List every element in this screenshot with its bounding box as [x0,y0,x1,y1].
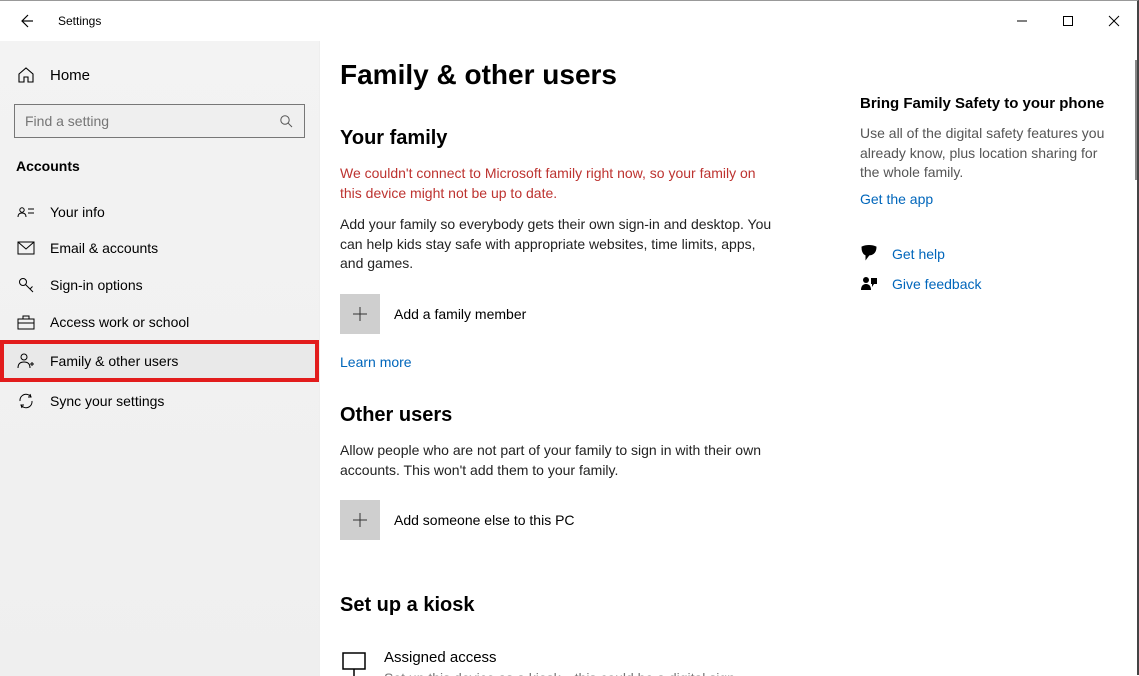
sidebar-item-signin-options[interactable]: Sign-in options [0,266,319,304]
sidebar-item-label: Email & accounts [50,240,158,256]
sidebar-item-label: Sync your settings [50,393,164,409]
close-button[interactable] [1091,1,1137,41]
scrollbar[interactable] [1135,60,1137,180]
main-content: Family & other users Your family We coul… [340,59,860,676]
nav-home[interactable]: Home [0,56,319,94]
back-icon[interactable] [18,13,34,29]
person-card-icon [16,205,36,219]
kiosk-heading: Set up a kiosk [340,594,830,617]
sidebar-item-family-other-users[interactable]: Family & other users [0,340,319,382]
get-help-link[interactable]: Get help [860,245,1120,263]
briefcase-icon [16,314,36,330]
plus-icon [340,294,380,334]
assigned-access-subtitle: Set up this device as a kiosk—this could… [384,670,739,676]
add-someone-else-button[interactable]: Add someone else to this PC [340,500,830,540]
promo-body: Use all of the digital safety features y… [860,124,1120,183]
window-title: Settings [58,14,101,28]
your-family-heading: Your family [340,127,830,150]
add-someone-else-label: Add someone else to this PC [394,512,575,528]
sidebar-item-email-accounts[interactable]: Email & accounts [0,230,319,266]
promo-title: Bring Family Safety to your phone [860,95,1120,112]
page-title: Family & other users [340,59,830,91]
give-feedback-link[interactable]: Give feedback [860,275,1120,293]
home-icon [16,66,36,84]
sync-icon [16,392,36,410]
family-description: Add your family so everybody gets their … [340,215,780,274]
give-feedback-label: Give feedback [892,276,982,292]
sidebar-item-your-info[interactable]: Your info [0,194,319,230]
person-plus-icon [16,352,36,370]
sidebar-item-label: Sign-in options [50,277,143,293]
nav-home-label: Home [50,67,90,84]
maximize-button[interactable] [1045,1,1091,41]
sidebar-item-sync-settings[interactable]: Sync your settings [0,382,319,420]
mail-icon [16,241,36,255]
sidebar-section-label: Accounts [0,158,319,194]
learn-more-link[interactable]: Learn more [340,354,412,370]
sidebar-item-access-work-school[interactable]: Access work or school [0,304,319,340]
aside-panel: Bring Family Safety to your phone Use al… [860,59,1120,676]
minimize-button[interactable] [999,1,1045,41]
help-icon [860,245,878,263]
key-icon [16,276,36,294]
plus-icon [340,500,380,540]
get-help-label: Get help [892,246,945,262]
search-icon [279,114,293,128]
assigned-access-title: Assigned access [384,649,739,666]
titlebar: Settings [0,1,1137,41]
kiosk-icon [340,649,368,676]
add-family-member-button[interactable]: Add a family member [340,294,830,334]
assigned-access-row[interactable]: Assigned access Set up this device as a … [340,649,830,676]
sidebar-item-label: Access work or school [50,314,189,330]
search-input[interactable] [14,104,305,138]
other-users-heading: Other users [340,404,830,427]
feedback-icon [860,275,878,293]
sidebar-item-label: Your info [50,204,105,220]
add-family-member-label: Add a family member [394,306,526,322]
get-the-app-link[interactable]: Get the app [860,191,933,207]
sidebar: Home Accounts Your info Email & accounts [0,41,320,676]
family-error-text: We couldn't connect to Microsoft family … [340,164,780,203]
search-box[interactable] [14,104,305,138]
other-users-description: Allow people who are not part of your fa… [340,441,780,480]
sidebar-item-label: Family & other users [50,353,178,369]
